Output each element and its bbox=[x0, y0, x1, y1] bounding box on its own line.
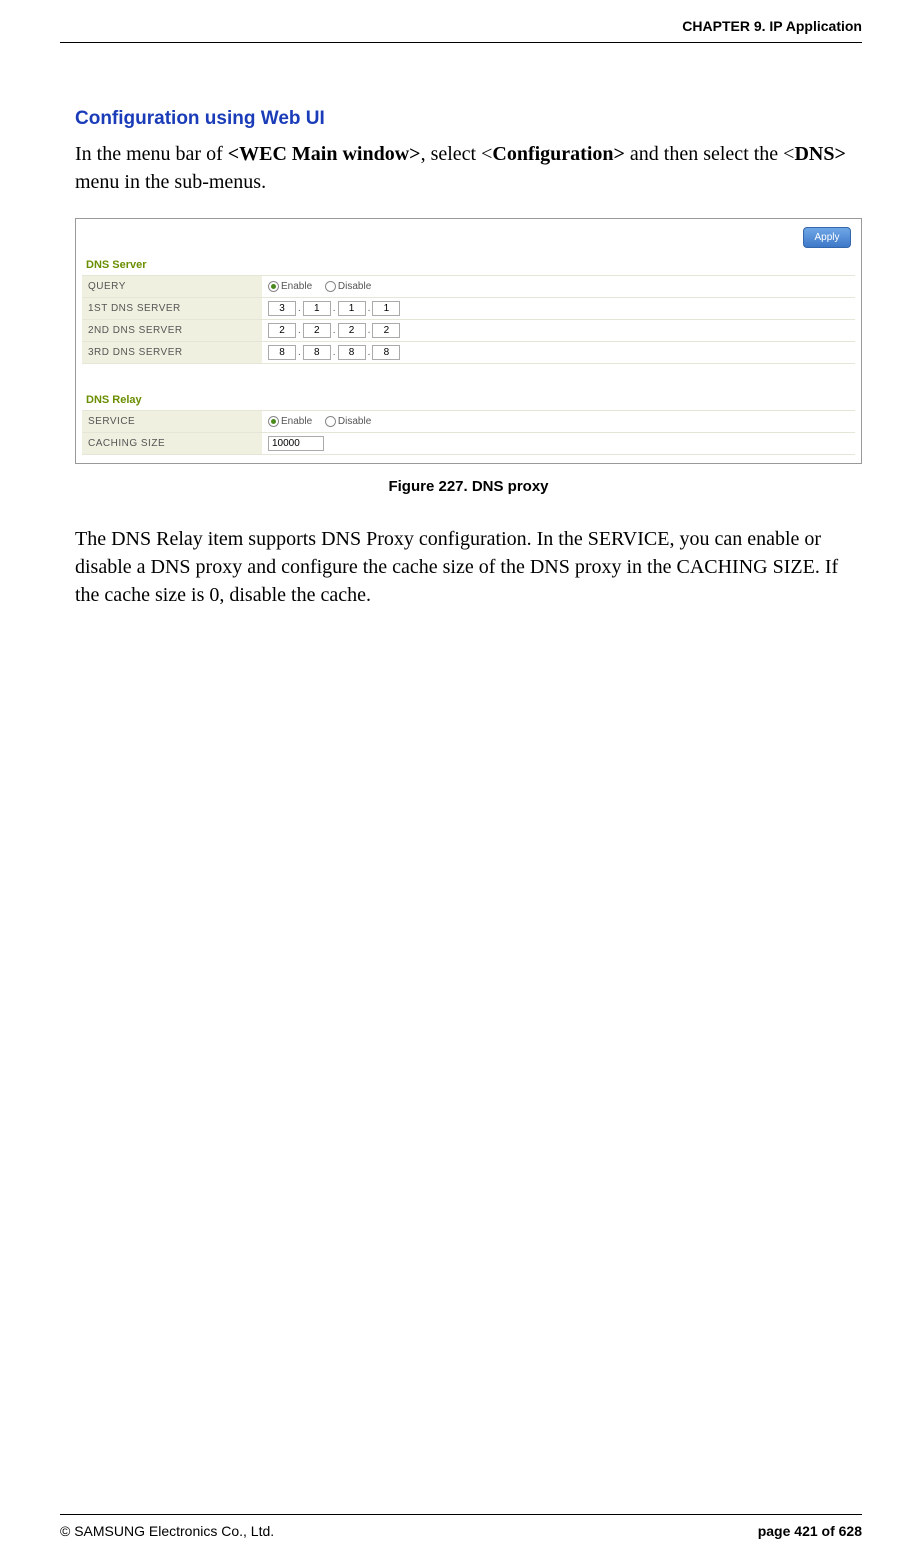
ip-octet-input[interactable]: 8 bbox=[338, 345, 366, 360]
table-row: 1ST DNS SERVER 3.1.1.1 bbox=[82, 298, 855, 320]
intro-paragraph: In the menu bar of <WEC Main window>, se… bbox=[75, 140, 862, 196]
footer-rule bbox=[60, 1514, 862, 1515]
intro-text: , select < bbox=[421, 143, 493, 165]
page-header: CHAPTER 9. IP Application bbox=[682, 18, 862, 34]
first-dns-value: 3.1.1.1 bbox=[262, 298, 855, 320]
intro-text: menu in the sub-menus. bbox=[75, 171, 266, 193]
ip-separator: . bbox=[333, 303, 336, 314]
table-row: 2ND DNS SERVER 2.2.2.2 bbox=[82, 320, 855, 342]
ip-octet-input[interactable]: 8 bbox=[372, 345, 400, 360]
third-dns-label: 3RD DNS SERVER bbox=[82, 342, 262, 364]
dns-ref: DNS> bbox=[794, 143, 845, 165]
table-row: SERVICE Enable Disable bbox=[82, 411, 855, 433]
table-row: QUERY Enable Disable bbox=[82, 276, 855, 298]
ip-octet-input[interactable]: 8 bbox=[303, 345, 331, 360]
second-dns-value: 2.2.2.2 bbox=[262, 320, 855, 342]
query-label: QUERY bbox=[82, 276, 262, 298]
service-label: SERVICE bbox=[82, 411, 262, 433]
caching-size-label: CACHING SIZE bbox=[82, 433, 262, 455]
screenshot-frame: Apply DNS Server QUERY Enable Disable 1S… bbox=[75, 218, 862, 464]
ip-octet-input[interactable]: 3 bbox=[268, 301, 296, 316]
ip-separator: . bbox=[333, 325, 336, 336]
ip-separator: . bbox=[368, 303, 371, 314]
ip-octet-input[interactable]: 2 bbox=[268, 323, 296, 338]
footer-copyright: © SAMSUNG Electronics Co., Ltd. bbox=[60, 1523, 274, 1539]
dns-server-section-label: DNS Server bbox=[86, 259, 855, 271]
query-value: Enable Disable bbox=[262, 276, 855, 298]
dns-relay-section-label: DNS Relay bbox=[86, 394, 855, 406]
table-row: 3RD DNS SERVER 8.8.8.8 bbox=[82, 342, 855, 364]
third-dns-value: 8.8.8.8 bbox=[262, 342, 855, 364]
ip-octet-input[interactable]: 1 bbox=[338, 301, 366, 316]
radio-enable-icon[interactable] bbox=[268, 281, 279, 292]
table-row: CACHING SIZE 10000 bbox=[82, 433, 855, 455]
ip-octet-input[interactable]: 2 bbox=[303, 323, 331, 338]
dns-relay-table: SERVICE Enable Disable CACHING SIZE 1000… bbox=[82, 410, 855, 455]
figure-caption: Figure 227. DNS proxy bbox=[75, 478, 862, 495]
body-paragraph: The DNS Relay item supports DNS Proxy co… bbox=[75, 525, 862, 609]
wec-main-window-ref: <WEC Main window> bbox=[228, 143, 421, 165]
radio-disable-icon[interactable] bbox=[325, 281, 336, 292]
caching-size-input[interactable]: 10000 bbox=[268, 436, 324, 451]
disable-label: Disable bbox=[338, 416, 371, 427]
ip-octet-input[interactable]: 2 bbox=[372, 323, 400, 338]
section-heading: Configuration using Web UI bbox=[75, 108, 862, 130]
configuration-ref: Configuration> bbox=[492, 143, 625, 165]
radio-disable-icon[interactable] bbox=[325, 416, 336, 427]
intro-text: and then select the < bbox=[625, 143, 795, 165]
ip-octet-input[interactable]: 1 bbox=[303, 301, 331, 316]
ip-separator: . bbox=[333, 347, 336, 358]
ip-separator: . bbox=[368, 325, 371, 336]
header-rule bbox=[60, 42, 862, 43]
ip-separator: . bbox=[298, 325, 301, 336]
ip-separator: . bbox=[368, 347, 371, 358]
ip-octet-input[interactable]: 8 bbox=[268, 345, 296, 360]
ip-separator: . bbox=[298, 347, 301, 358]
second-dns-label: 2ND DNS SERVER bbox=[82, 320, 262, 342]
ip-octet-input[interactable]: 2 bbox=[338, 323, 366, 338]
caching-size-value: 10000 bbox=[262, 433, 855, 455]
intro-text: In the menu bar of bbox=[75, 143, 228, 165]
ip-octet-input[interactable]: 1 bbox=[372, 301, 400, 316]
first-dns-label: 1ST DNS SERVER bbox=[82, 298, 262, 320]
dns-server-table: QUERY Enable Disable 1ST DNS SERVER 3.1.… bbox=[82, 275, 855, 364]
footer-page-number: page 421 of 628 bbox=[758, 1523, 862, 1539]
disable-label: Disable bbox=[338, 281, 371, 292]
enable-label: Enable bbox=[281, 416, 312, 427]
radio-enable-icon[interactable] bbox=[268, 416, 279, 427]
apply-button[interactable]: Apply bbox=[803, 227, 851, 248]
ip-separator: . bbox=[298, 303, 301, 314]
content-area: Configuration using Web UI In the menu b… bbox=[75, 108, 862, 609]
service-value: Enable Disable bbox=[262, 411, 855, 433]
enable-label: Enable bbox=[281, 281, 312, 292]
